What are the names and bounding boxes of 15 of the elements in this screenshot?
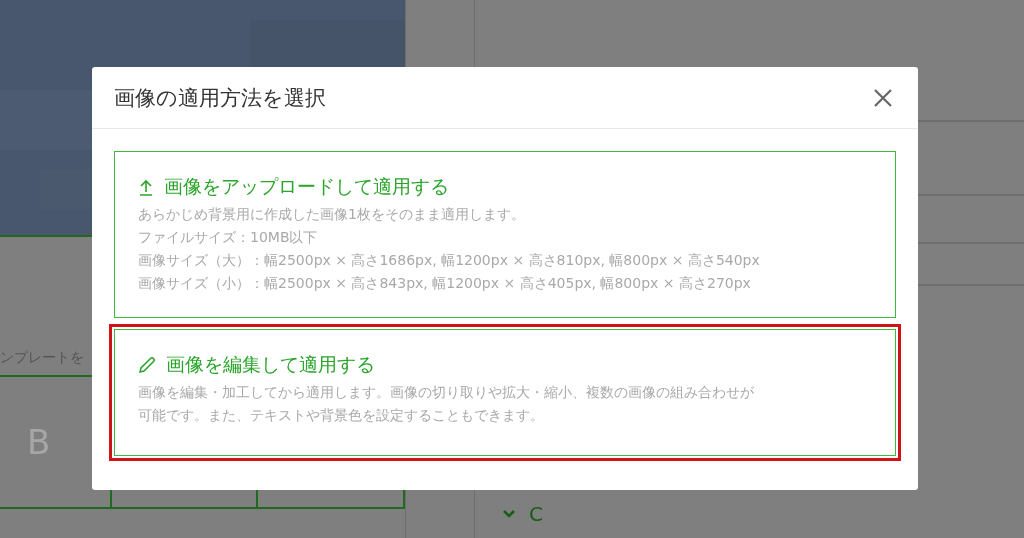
option-description: あらかじめ背景用に作成した画像1枚をそのまま適用します。: [138, 205, 526, 224]
close-button[interactable]: [872, 86, 894, 109]
dialog-title: 画像の適用方法を選択: [114, 84, 326, 112]
option-title: 画像をアップロードして適用する: [164, 174, 449, 199]
option-description: 画像サイズ（小）：幅2500px × 高さ843px, 幅1200px × 高さ405px, 幅800px × 高さ270px: [138, 274, 752, 293]
option-description: ファイルサイズ：10MB以下: [138, 228, 319, 247]
pencil-icon: [138, 356, 156, 374]
option-card[interactable]: 画像をアップロードして適用する あらかじめ背景用に作成した画像1枚をそのまま適用します。 ファイルサイズ：10MB以下 画像サイズ（大）：幅2500px × 高さ1686px, 幅1200px × 高さ810px, 幅800px × 高さ540px 画像サイズ（小）：幅2500px × 高さ843px, 幅1200px × 高さ405px, 幅800px × 高さ270px: [114, 151, 896, 318]
close-icon: [872, 86, 894, 109]
option-description: 可能です。また、テキストや背景色を設定することもできます。: [138, 406, 545, 425]
option-description: 画像を編集・加工してから適用します。画像の切り取りや拡大・縮小、複数の画像の組み合わせが: [138, 383, 755, 402]
option-description: 画像サイズ（大）：幅2500px × 高さ1686px, 幅1200px × 高さ810px, 幅800px × 高さ540px: [138, 251, 761, 270]
section-label: C: [529, 502, 543, 526]
option-title: 画像を編集して適用する: [166, 352, 375, 377]
upload-icon: [138, 178, 154, 196]
